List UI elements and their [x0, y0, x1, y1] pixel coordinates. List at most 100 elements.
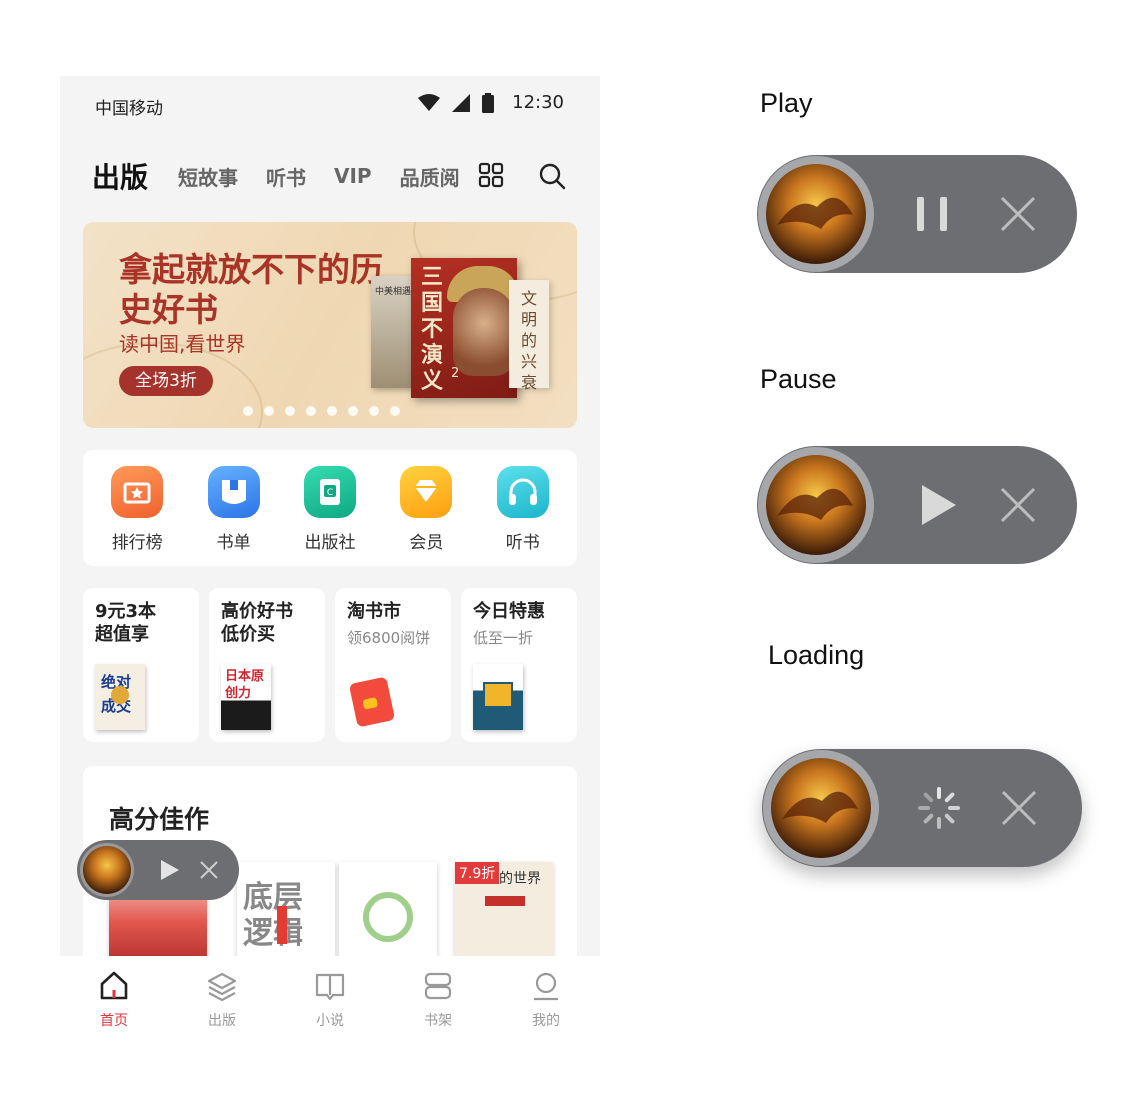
book-art [485, 896, 525, 906]
tab-publish[interactable]: 出版 [92, 156, 149, 196]
shortcut-label: 出版社 [304, 533, 356, 553]
album-cover-icon[interactable] [79, 842, 135, 898]
close-button[interactable] [995, 482, 1041, 528]
nav-label: 书架 [424, 1013, 452, 1029]
card-title: 今日特惠 [473, 601, 545, 622]
book-title: 三国不演义 [421, 264, 444, 394]
search-icon[interactable] [538, 162, 566, 190]
card-premium-books[interactable]: 高价好书 低价买 日本原创力 [209, 588, 325, 742]
book-art [363, 892, 413, 942]
book-icon [315, 973, 345, 1001]
shortcut-audiobook[interactable]: 听书 [483, 466, 563, 566]
carrier-label: 中国移动 [95, 99, 163, 119]
book-cover[interactable]: 底层逻辑 [237, 862, 335, 962]
card-title: 超值享 [95, 624, 149, 645]
nav-publish[interactable]: 出版 [187, 970, 257, 1036]
book-title: 的世界 [499, 871, 541, 887]
booklist-icon [207, 466, 260, 518]
card-subtitle: 领6800阅饼 [347, 629, 431, 647]
state-label-play: Play [760, 88, 813, 118]
pagination-dot[interactable] [306, 406, 316, 416]
banner-title: 拿起就放不下的历史好书 [119, 250, 383, 329]
close-icon [1000, 487, 1036, 523]
book-cover[interactable]: 7.9折 的世界 [455, 862, 553, 962]
card-book-market[interactable]: 淘书市 领6800阅饼 [335, 588, 451, 742]
tab-audiobook[interactable]: 听书 [266, 162, 306, 191]
vip-diamond-icon [400, 466, 453, 518]
promo-banner[interactable]: 拿起就放不下的历史好书 读中国,看世界 全场3折 中美相遇 三国不演义 2 文明… [83, 222, 577, 428]
pagination-dot[interactable] [348, 406, 358, 416]
play-icon[interactable] [157, 858, 181, 882]
mini-audio-player[interactable] [77, 840, 239, 900]
album-cover-icon[interactable] [757, 446, 875, 564]
pagination-dot[interactable] [243, 406, 253, 416]
nav-label: 首页 [100, 1013, 128, 1029]
banner-book-right: 文明的兴衰 [509, 280, 549, 392]
book-title: 日本原创力 [225, 669, 265, 701]
close-icon [1000, 196, 1036, 232]
nav-bookshelf[interactable]: 书架 [403, 970, 473, 1036]
nav-label: 小说 [316, 1013, 344, 1029]
card-title: 低价买 [221, 624, 275, 645]
top-tab-bar: 出版 短故事 听书 VIP 品质阅 [92, 156, 572, 196]
nav-novel[interactable]: 小说 [295, 970, 365, 1036]
shortcut-vip[interactable]: 会员 [386, 466, 466, 566]
play-icon [922, 485, 956, 525]
album-cover-icon[interactable] [762, 749, 880, 867]
audio-player-loading-state[interactable] [762, 749, 1082, 867]
book-title: 中美相遇 [375, 287, 412, 297]
book-title: 文明的兴衰 [521, 289, 538, 392]
bookshelf-icon [424, 972, 452, 1000]
banner-subtitle: 读中国,看世界 [119, 332, 246, 356]
card-daily-deal[interactable]: 今日特惠 低至一折 [461, 588, 577, 742]
shortcut-booklist[interactable]: 书单 [194, 466, 274, 566]
nav-home[interactable]: 首页 [79, 970, 149, 1036]
shortcut-label: 听书 [505, 533, 540, 553]
book-art [111, 686, 129, 704]
pagination-dot[interactable] [264, 406, 274, 416]
play-button[interactable] [915, 482, 961, 528]
home-icon [100, 971, 128, 1000]
status-icons: 12:30 [418, 92, 564, 113]
bottom-nav: 首页 出版 小说 书架 我的 [60, 956, 600, 1036]
headphones-icon [496, 466, 549, 518]
pause-button[interactable] [909, 191, 955, 237]
nav-label: 出版 [208, 1013, 236, 1029]
close-icon[interactable] [199, 860, 219, 880]
nav-label: 我的 [532, 1013, 560, 1029]
close-button[interactable] [995, 191, 1041, 237]
shortcut-publisher[interactable]: C 出版社 [290, 466, 370, 566]
card-book-cover: 绝对成交 [95, 664, 145, 730]
book-volume: 2 [451, 366, 460, 381]
pagination-dot[interactable] [390, 406, 400, 416]
tab-vip[interactable]: VIP [334, 164, 372, 188]
status-bar: 中国移动 12:30 [60, 76, 600, 134]
book-art [453, 288, 515, 376]
promo-cards: 9元3本 超值享 绝对成交 高价好书 低价买 日本原创力 淘书市 领6800阅饼… [83, 588, 577, 742]
card-nine-yuan[interactable]: 9元3本 超值享 绝对成交 [83, 588, 199, 742]
pagination-dot[interactable] [327, 406, 337, 416]
pagination-dot[interactable] [369, 406, 379, 416]
tab-short-story[interactable]: 短故事 [178, 162, 238, 191]
shortcut-label: 排行榜 [111, 533, 163, 553]
battery-icon [482, 92, 495, 113]
loading-spinner-icon [918, 787, 960, 829]
banner-discount-button[interactable]: 全场3折 [119, 366, 213, 396]
category-grid-icon[interactable] [478, 162, 504, 188]
card-book-cover [473, 664, 523, 730]
shortcut-ranking[interactable]: 排行榜 [97, 466, 177, 566]
audio-player-pause-state[interactable] [757, 446, 1077, 564]
pause-icon [917, 197, 947, 231]
card-title: 高价好书 [221, 601, 293, 622]
audio-player-play-state[interactable] [757, 155, 1077, 273]
layers-icon [207, 972, 237, 1002]
profile-icon [534, 972, 558, 1001]
close-button[interactable] [996, 785, 1042, 831]
tab-quality-read[interactable]: 品质阅 [400, 162, 460, 191]
pagination-dot[interactable] [285, 406, 295, 416]
publisher-icon: C [303, 466, 356, 518]
album-cover-icon[interactable] [757, 155, 875, 273]
book-cover[interactable] [339, 862, 437, 962]
nav-profile[interactable]: 我的 [511, 970, 581, 1036]
close-icon [1001, 790, 1037, 826]
